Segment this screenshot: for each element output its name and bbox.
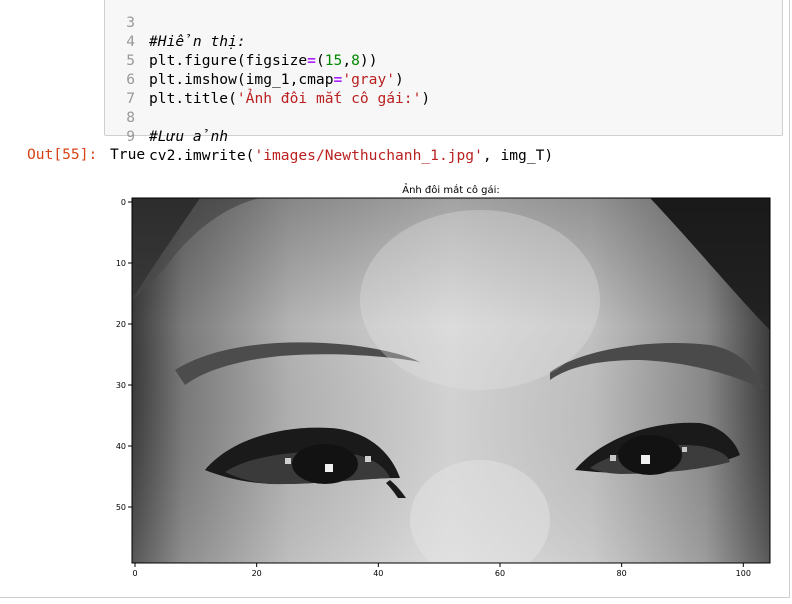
figure-output: Ảnh đôi mắt cô gái: 01020304050 0 20 40 … [116,182,771,578]
y-tick-label: 0 [121,198,126,207]
grayscale-eyes-photo [132,198,770,563]
x-tick-label: 20 [252,569,262,578]
cell-bottom-border [0,597,790,598]
x-tick-label: 80 [617,569,627,578]
y-tick-label: 10 [116,259,126,268]
notebook-page: 3 #Hiển thị: 4 plt.figure(figsize=(15,8)… [0,0,792,604]
figure-title: Ảnh đôi mắt cô gái: [402,182,500,196]
x-tick-label: 40 [373,569,383,578]
y-axis: 0 10 20 30 40 50 [116,198,132,512]
x-tick-label: 60 [495,569,505,578]
x-tick-label: 100 [736,569,751,578]
x-axis: 0 20 40 60 80 100 [132,563,751,578]
x-tick-label: 0 [132,569,137,578]
y-tick-label: 30 [116,381,126,390]
y-tick-label: 20 [116,320,126,329]
y-tick-label: 40 [116,442,126,451]
scroll-edge-right [789,0,790,598]
y-tick-label: 50 [116,503,126,512]
